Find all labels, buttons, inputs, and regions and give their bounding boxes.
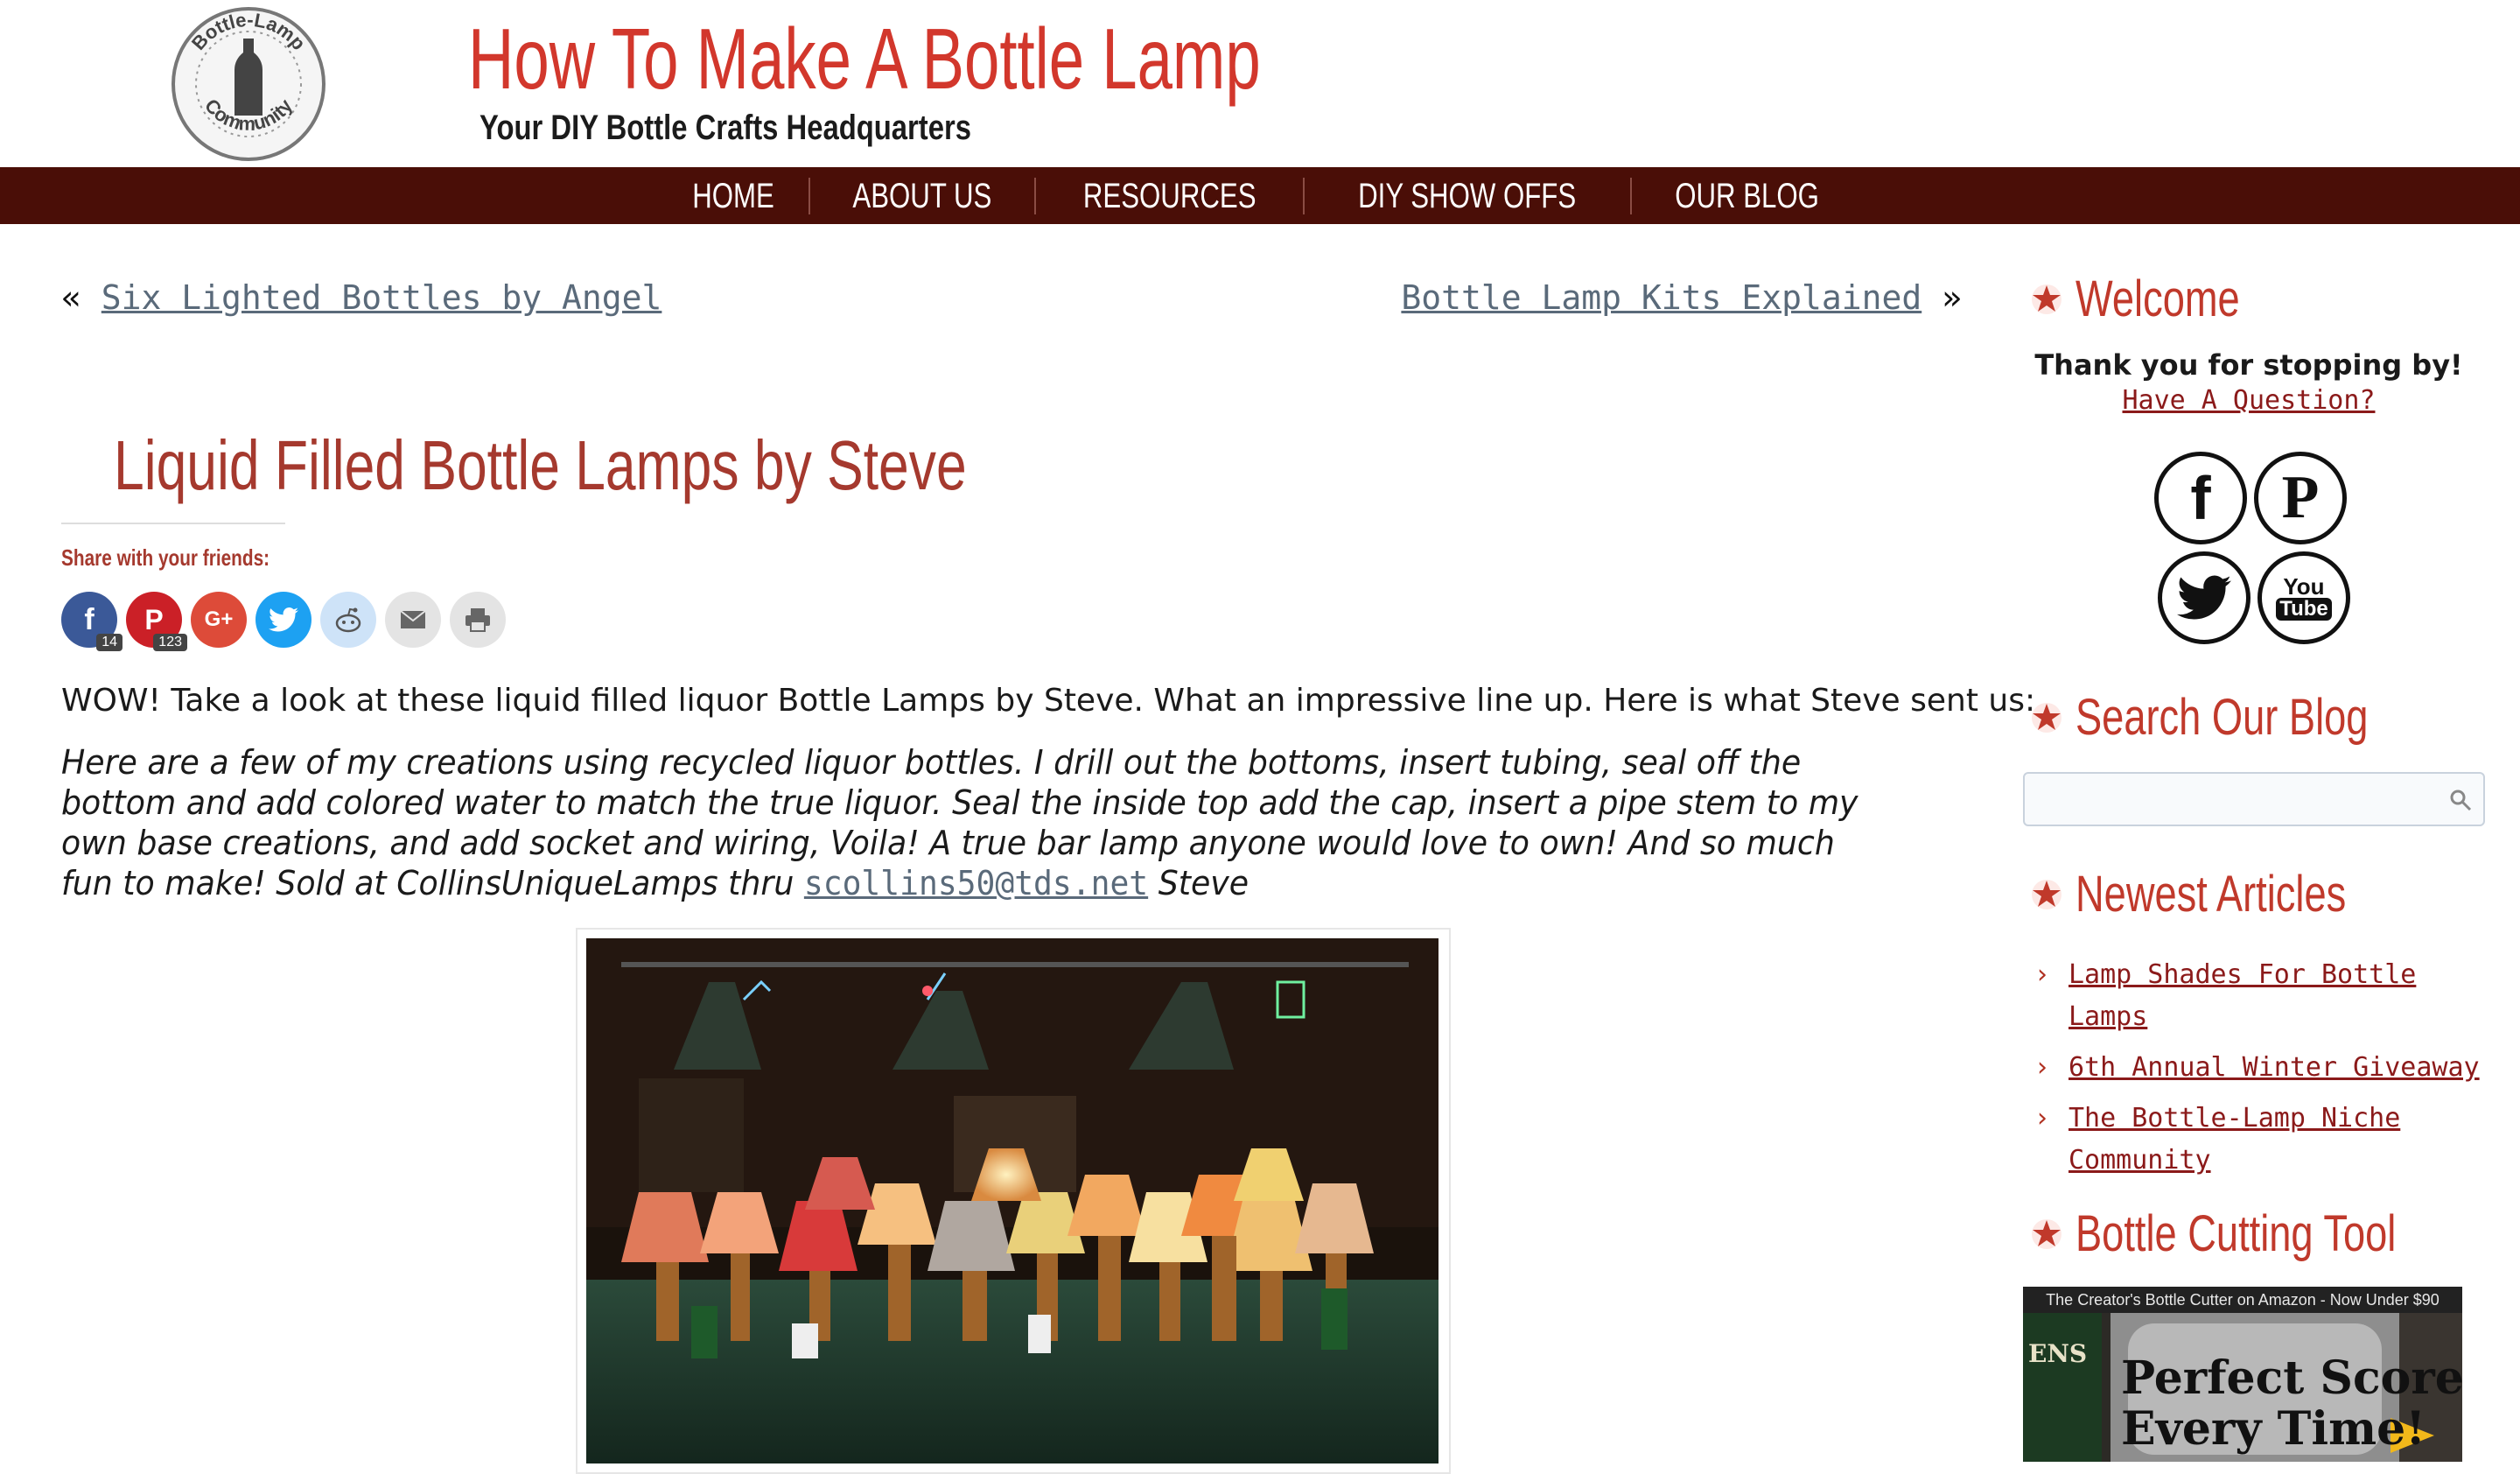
share-pinterest-button[interactable]: P 123: [126, 592, 187, 651]
print-icon: [466, 608, 490, 632]
share-twitter-button[interactable]: [256, 592, 312, 648]
facebook-social-button[interactable]: f: [2154, 452, 2247, 544]
nav-item-diy-show-offs[interactable]: DIY SHOW OFFS: [1303, 177, 1629, 214]
previous-post-link[interactable]: Six Lighted Bottles by Angel: [102, 278, 662, 317]
search-widget-title: Search Our Blog: [2030, 688, 2451, 747]
pinterest-icon: P: [144, 603, 164, 635]
chevron-right-icon: ›: [2037, 1103, 2048, 1134]
ad-headline: Perfect Score Every Time!: [2121, 1351, 2462, 1456]
ad-header-text: The Creator's Bottle Cutter on Amazon - …: [2023, 1287, 2462, 1313]
have-a-question-link[interactable]: Have A Question?: [2021, 385, 2476, 416]
chevron-right-icon: ›: [2037, 959, 2048, 990]
share-facebook-button[interactable]: f 14: [61, 592, 122, 651]
twitter-icon: [2177, 575, 2231, 620]
previous-post-nav: « Six Lighted Bottles by Angel: [61, 278, 662, 317]
list-item: › Lamp Shades For Bottle Lamps: [2030, 954, 2485, 1038]
post-image-frame: [576, 928, 1451, 1474]
site-title[interactable]: How To Make A Bottle Lamp: [468, 7, 1261, 110]
pinterest-icon: P: [2281, 464, 2320, 531]
article-link[interactable]: The Bottle-Lamp Niche Community: [2068, 1103, 2400, 1176]
list-item: › The Bottle-Lamp Niche Community: [2030, 1098, 2485, 1182]
share-email-button[interactable]: [385, 592, 441, 648]
star-icon: [2032, 284, 2062, 314]
chevron-right-icon: ›: [2037, 1052, 2048, 1083]
next-arrow: »: [1942, 278, 1962, 317]
post-title: Liquid Filled Bottle Lamps by Steve: [114, 426, 967, 504]
welcome-widget-title: Welcome: [2030, 270, 2286, 328]
next-post-link[interactable]: Bottle Lamp Kits Explained: [1401, 278, 1922, 317]
post-intro: WOW! Take a look at these liquid filled …: [61, 683, 2036, 719]
share-label: Share with your friends:: [61, 544, 270, 571]
reddit-icon: [335, 607, 361, 633]
star-icon: [2032, 702, 2062, 733]
facebook-icon: f: [84, 602, 94, 636]
prev-arrow: «: [61, 278, 81, 317]
star-icon: [2032, 879, 2062, 909]
main-nav: HOME ABOUT US RESOURCES DIY SHOW OFFS OU…: [0, 167, 2520, 224]
pinterest-social-button[interactable]: P: [2254, 452, 2347, 544]
facebook-icon: f: [2190, 464, 2211, 532]
youtube-social-button[interactable]: You Tube: [2258, 551, 2350, 644]
newest-articles-list: › Lamp Shades For Bottle Lamps › 6th Annua…: [2030, 954, 2485, 1190]
pinterest-share-count: 123: [153, 634, 187, 651]
search-input[interactable]: [2023, 772, 2485, 826]
article-link[interactable]: Lamp Shades For Bottle Lamps: [2068, 959, 2416, 1032]
nav-item-our-blog[interactable]: OUR BLOG: [1629, 177, 1862, 214]
twitter-icon: [269, 607, 298, 632]
star-icon: [2032, 1218, 2062, 1249]
bottle-lamps-photo[interactable]: [586, 938, 1438, 1463]
next-post-nav: Bottle Lamp Kits Explained »: [1401, 278, 1962, 317]
youtube-icon: You Tube: [2276, 575, 2332, 621]
bottle-cutter-ad[interactable]: The Creator's Bottle Cutter on Amazon - …: [2023, 1287, 2462, 1462]
post-quote: Here are a few of my creations using rec…: [61, 743, 1858, 902]
bottle-cutting-tool-title: Bottle Cutting Tool: [2030, 1204, 2487, 1263]
welcome-text: Thank you for stopping by!: [2034, 348, 2463, 382]
site-tagline: Your DIY Bottle Crafts Headquarters: [480, 109, 971, 147]
article-link[interactable]: 6th Annual Winter Giveaway: [2068, 1052, 2480, 1083]
google-plus-icon: G+: [204, 607, 234, 631]
email-icon: [400, 610, 426, 628]
site-logo[interactable]: Bottle-Lamp Community: [168, 4, 329, 165]
share-reddit-button[interactable]: [320, 592, 376, 648]
newest-articles-title: Newest Articles: [2030, 865, 2422, 923]
nav-item-home[interactable]: HOME: [658, 178, 808, 214]
nav-item-about-us[interactable]: ABOUT US: [808, 177, 1034, 214]
email-link[interactable]: scollins50@tds.net: [804, 864, 1148, 902]
list-item: › 6th Annual Winter Giveaway: [2030, 1047, 2485, 1089]
ad-side-text: ENS: [2028, 1339, 2088, 1368]
title-divider: [61, 523, 285, 524]
nav-item-resources[interactable]: RESOURCES: [1033, 177, 1303, 214]
bottle-lamp-logo-icon: Bottle-Lamp Community: [172, 7, 326, 161]
twitter-social-button[interactable]: [2158, 551, 2250, 644]
search-icon[interactable]: [2448, 788, 2473, 812]
share-print-button[interactable]: [450, 592, 506, 648]
share-google-plus-button[interactable]: G+: [191, 592, 247, 648]
facebook-share-count: 14: [96, 634, 122, 651]
